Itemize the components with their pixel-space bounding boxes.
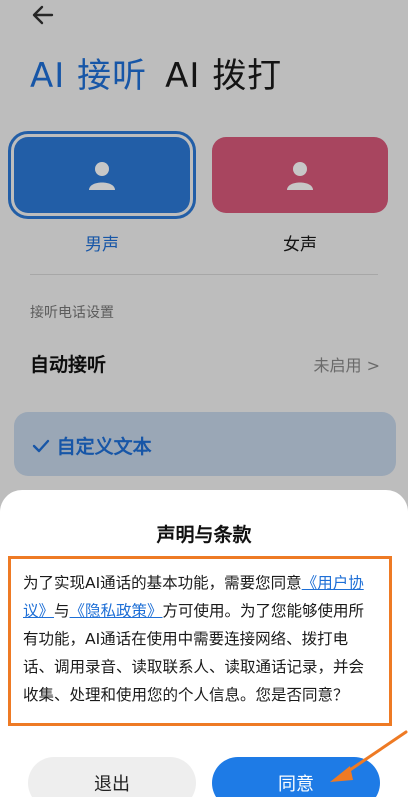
- exit-button[interactable]: 退出: [28, 757, 196, 797]
- pointer-arrow-icon: [330, 730, 408, 782]
- dialog-title: 声明与条款: [156, 524, 252, 546]
- privacy-policy-link[interactable]: 《隐私政策》: [70, 602, 163, 620]
- terms-text: 为了实现AI通话的基本功能，需要您同意《用户协议》与《隐私政策》方可使用。为了您…: [8, 556, 392, 726]
